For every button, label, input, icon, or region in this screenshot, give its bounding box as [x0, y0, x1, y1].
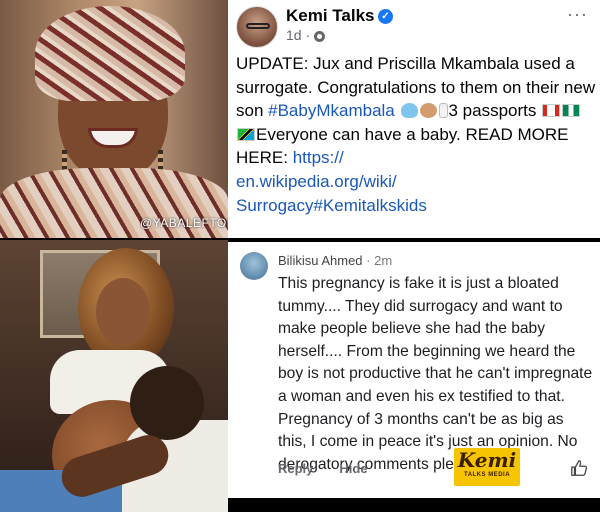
head-wrap	[35, 6, 185, 101]
thumbs-up-like-icon[interactable]	[570, 459, 588, 477]
audience-globe-icon	[314, 30, 326, 42]
page-name[interactable]: Kemi Talks	[286, 6, 375, 26]
baby-bottle-emoji-icon	[438, 103, 448, 119]
blue-heart-emoji-icon	[400, 103, 418, 119]
reply-button[interactable]: Reply	[278, 461, 313, 476]
post-text-part: Everyone can have a baby. READ MORE HERE…	[236, 124, 569, 168]
comment-text: This pregnancy is fake it is just a bloa…	[278, 275, 593, 473]
hide-button[interactable]: Hide	[339, 461, 367, 476]
commenter-avatar[interactable]	[240, 252, 268, 280]
baby-emoji-icon	[419, 103, 437, 119]
link-line: https://	[292, 148, 344, 168]
verified-badge-icon: ✓	[378, 9, 393, 24]
more-options-button[interactable]: ···	[567, 4, 588, 25]
link-line: Surrogacy#Kemitalkskids	[236, 195, 427, 215]
canada-flag-icon	[542, 104, 561, 118]
bottom-edge	[228, 498, 600, 512]
kemi-talks-media-logo: Kemi TALKS MEDIA	[454, 448, 520, 486]
woman-portrait-photo	[0, 0, 228, 238]
comment-author[interactable]: Bilikisu Ahmed	[278, 253, 363, 268]
logo-sub-text: TALKS MEDIA	[463, 472, 511, 478]
comment-actions: Reply Hide	[278, 461, 394, 476]
facebook-post: Kemi Talks ✓ 1d · ··· UPDATE: Jux and Pr…	[228, 0, 600, 238]
link-line: en.wikipedia.org/wiki/	[236, 171, 397, 191]
nigeria-flag-icon	[562, 104, 581, 118]
post-meta: 1d ·	[286, 27, 326, 43]
page-avatar[interactable]	[236, 6, 278, 48]
post-time[interactable]: 1d	[286, 27, 302, 43]
logo-main-text: Kemi	[457, 448, 517, 472]
couple-pregnancy-photo	[0, 240, 228, 512]
comment-time: 2m	[374, 253, 393, 268]
comment-header: Bilikisu Ahmed · 2m	[278, 253, 393, 268]
tanzania-flag-icon	[237, 127, 255, 141]
post-text-part: 3 passports	[448, 101, 542, 121]
post-text: UPDATE: Jux and Priscilla Mkambala used …	[236, 52, 596, 217]
comment: Bilikisu Ahmed · 2m This pregnancy is fa…	[228, 242, 600, 512]
hashtag-link[interactable]: #BabyMkambala	[268, 101, 395, 120]
